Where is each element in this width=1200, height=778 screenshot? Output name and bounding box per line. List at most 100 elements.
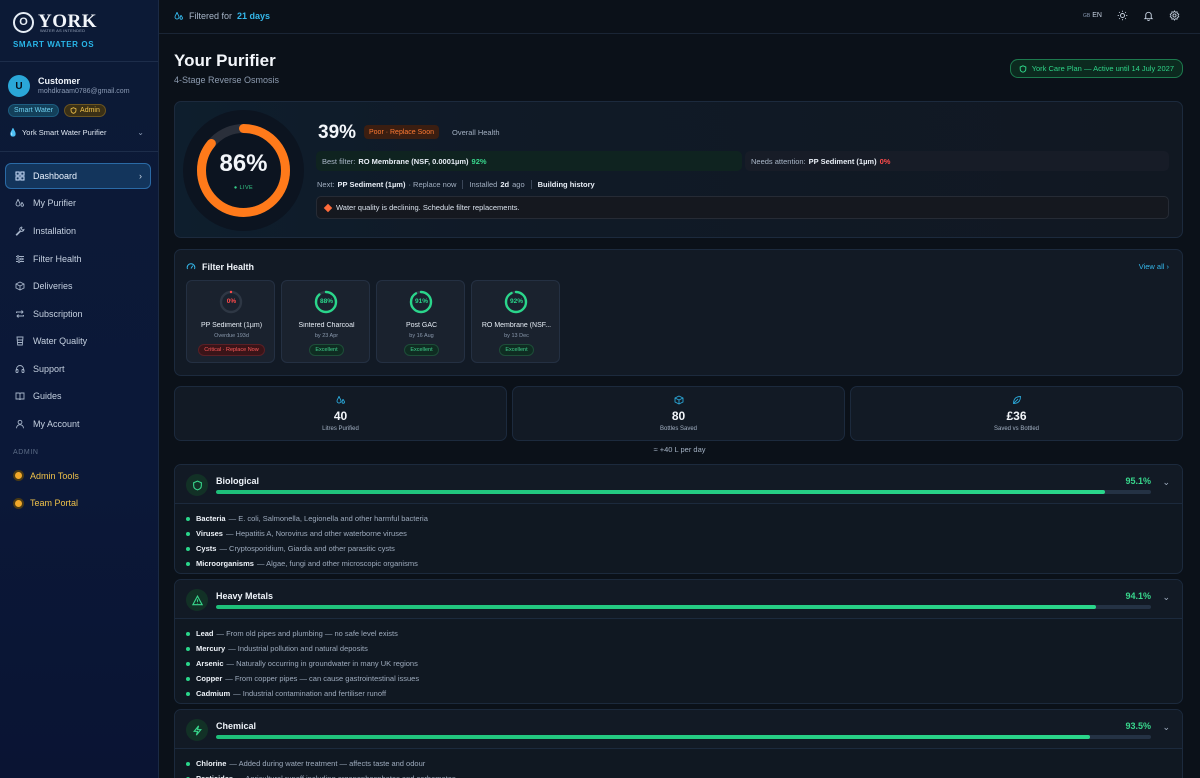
- nav-item-my-account[interactable]: My Account: [5, 411, 151, 437]
- chevron-down-icon[interactable]: ⌄: [1162, 722, 1170, 733]
- nav-label: Deliveries: [33, 281, 73, 292]
- filter-card[interactable]: 88% Sintered Charcoal by 23 Apr Excellent: [281, 280, 370, 363]
- divider: [530, 180, 532, 189]
- user-icon: [15, 419, 25, 429]
- nav-item-dashboard[interactable]: Dashboard ›: [5, 163, 151, 189]
- category-progress-bar: [216, 605, 1151, 609]
- health-ring: 86% ● LIVE: [183, 110, 304, 231]
- date-filter[interactable]: Filtered for 21 days: [174, 11, 270, 21]
- nav-label: Dashboard: [33, 170, 78, 181]
- shield-icon: [186, 474, 208, 496]
- leaf-icon: [851, 395, 1182, 405]
- list-item: Mercury — Industrial pollution and natura…: [186, 641, 1182, 656]
- item-term: Cadmium: [196, 689, 231, 698]
- topbar: Filtered for 21 days GB EN: [159, 0, 1200, 34]
- next-line: Next: PP Sediment (1µm) · Replace now In…: [317, 180, 595, 189]
- list-item: Viruses — Hepatitis A, Norovirus and othe…: [186, 526, 1182, 541]
- history-status: Building history: [537, 180, 595, 189]
- best-filter-label: Best filter:: [322, 156, 356, 166]
- category-pct: 93.5%: [1125, 721, 1151, 731]
- category-name: Heavy Metals: [216, 591, 274, 601]
- item-desc: — Cryptosporidium, Giardia and other par…: [219, 544, 395, 553]
- nav-item-water-quality[interactable]: Water Quality: [5, 328, 151, 354]
- smart-water-badge: Smart Water: [8, 104, 60, 117]
- nav-item-guides[interactable]: Guides: [5, 384, 151, 410]
- nav-label: Guides: [33, 391, 62, 402]
- nav-item-deliveries[interactable]: Deliveries: [5, 273, 151, 299]
- bullet-icon: [186, 631, 190, 636]
- flag-label: GB: [1083, 13, 1091, 19]
- filter-status-badge: Critical · Replace Now: [198, 344, 265, 356]
- best-filter-box: Best filter: RO Membrane (NSF, 0.0001µm)…: [316, 151, 742, 171]
- list-item: Pesticides— Agricultural runoff includin…: [186, 771, 1182, 778]
- view-all-link[interactable]: View all ›: [1139, 262, 1169, 271]
- category-header[interactable]: Chemical 93.5% ⌄: [175, 710, 1182, 749]
- filter-card[interactable]: 0% PP Sediment (1µm) Overdue 193d Critical …: [186, 280, 275, 363]
- category-header[interactable]: Biological 95.1% ⌄: [175, 465, 1182, 504]
- attention-filter-pct: 0%: [879, 156, 891, 166]
- filter-due: Overdue 193d: [214, 333, 249, 339]
- stat-label: Saved vs Bottled: [993, 426, 1040, 432]
- item-term: Chlorine: [196, 759, 227, 768]
- nav-item-my-purifier[interactable]: My Purifier: [5, 191, 151, 217]
- nav-label: Admin Tools: [30, 470, 79, 481]
- avatar[interactable]: U: [8, 75, 30, 97]
- nav-label: Water Quality: [33, 336, 88, 347]
- category-biological: Biological 95.1% ⌄ Bacteria — E. coli, Sa…: [174, 464, 1183, 574]
- category-progress-fill: [216, 735, 1091, 739]
- filter-card[interactable]: 92% RO Membrane (NSF... by 13 Dec Excellent: [471, 280, 560, 363]
- list-item: Chlorine — Added during water treatment —…: [186, 756, 1182, 771]
- category-items: Bacteria — E. coli, Salmonella, Legionell…: [175, 504, 1182, 571]
- gear-icon[interactable]: [1169, 10, 1180, 21]
- chevron-down-icon[interactable]: ⌄: [1162, 592, 1170, 603]
- item-desc: — Industrial contamination and fertilise…: [233, 689, 387, 698]
- stat-bottles-card: 80 Bottles Saved: [512, 386, 845, 441]
- nav-item-team-portal[interactable]: Team Portal: [5, 491, 151, 517]
- filter-due: by 16 Aug: [409, 333, 434, 339]
- installed-suffix: ago: [512, 180, 525, 189]
- sun-icon[interactable]: [1117, 10, 1128, 21]
- care-plan-label: York Care Plan — Active until 14 July 20…: [1031, 64, 1174, 73]
- category-name: Chemical: [216, 721, 257, 731]
- category-name: Biological: [216, 476, 260, 486]
- next-filter-name: PP Sediment (1µm): [337, 180, 406, 189]
- item-term: Lead: [196, 629, 214, 638]
- bullet-icon: [186, 691, 190, 696]
- user-email: mohdkraam0786@gmail.com: [38, 88, 130, 95]
- language-label: EN: [1092, 12, 1102, 19]
- nav-label: My Account: [33, 419, 80, 430]
- next-label: Next:: [317, 180, 335, 189]
- filter-prefix: Filtered for: [189, 11, 233, 21]
- filter-due: by 23 Apr: [314, 333, 339, 339]
- purifier-health-card: 86% ● LIVE 39% Poor · Replace Soon Overa…: [174, 101, 1183, 238]
- category-pct: 95.1%: [1125, 476, 1151, 486]
- item-desc: — Agricultural runoff including organoph…: [236, 774, 456, 778]
- chevron-down-icon[interactable]: ⌄: [1162, 477, 1170, 488]
- nav-item-filter-health[interactable]: Filter Health: [5, 246, 151, 272]
- list-item: Cadmium — Industrial contamination and fe…: [186, 686, 1182, 701]
- nav-item-admin-tools[interactable]: Admin Tools: [5, 463, 151, 489]
- nav-item-installation[interactable]: Installation: [5, 218, 151, 244]
- bell-icon[interactable]: [1143, 10, 1154, 21]
- sliders-icon: [15, 254, 25, 264]
- filter-card[interactable]: 91% Post GAC by 16 Aug Excellent: [376, 280, 465, 363]
- item-term: Arsenic: [196, 659, 224, 668]
- bullet-icon: [186, 531, 190, 536]
- care-plan-badge[interactable]: York Care Plan — Active until 14 July 20…: [1009, 59, 1183, 78]
- language-selector[interactable]: GB EN: [1083, 12, 1102, 19]
- main-content: Filtered for 21 days GB EN Your Purifier …: [159, 0, 1200, 778]
- repeat-icon: [15, 309, 25, 319]
- nav-item-subscription[interactable]: Subscription: [5, 301, 151, 327]
- package-icon: [15, 281, 25, 291]
- attention-label: Needs attention:: [751, 156, 806, 166]
- item-term: Copper: [196, 674, 223, 683]
- item-desc: — From copper pipes — can cause gastroin…: [225, 674, 420, 683]
- page-title: Your Purifier: [174, 51, 276, 70]
- installed-label: Installed: [469, 180, 498, 189]
- item-desc: — Industrial pollution and natural depos…: [228, 644, 368, 653]
- page-subtitle: 4-Stage Reverse Osmosis: [174, 75, 280, 85]
- nav-item-support[interactable]: Support: [5, 356, 151, 382]
- category-header[interactable]: Heavy Metals 94.1% ⌄: [175, 580, 1182, 619]
- device-selector[interactable]: 💧 York Smart Water Purifier ⌄: [8, 128, 144, 137]
- chevron-right-icon: ›: [1166, 262, 1170, 271]
